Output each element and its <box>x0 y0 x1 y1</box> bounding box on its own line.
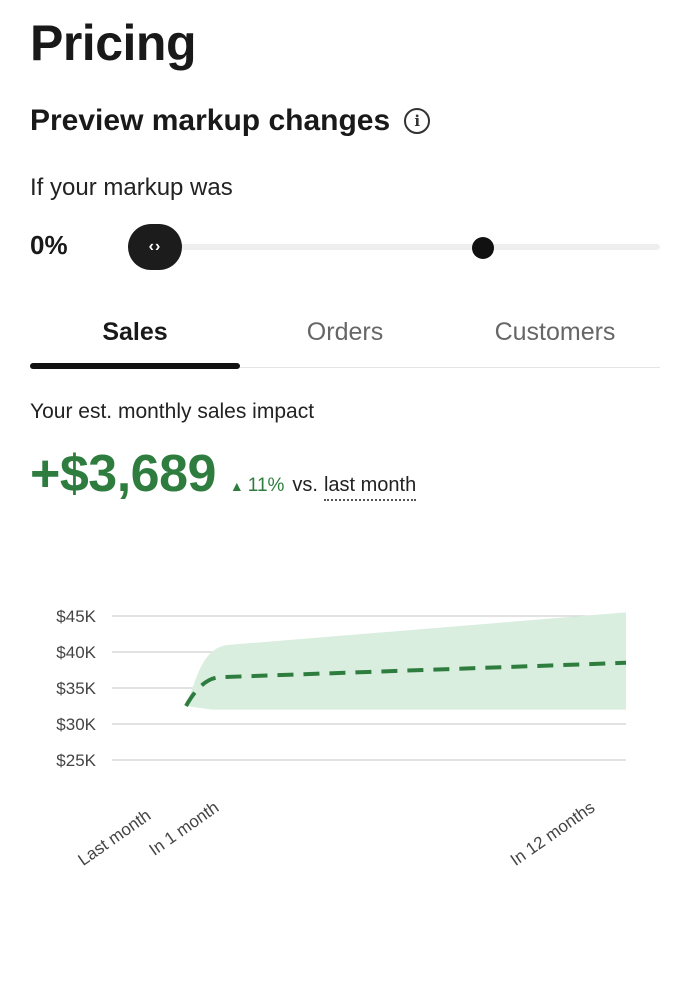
slider-track[interactable] <box>128 244 660 250</box>
impact-label: Your est. monthly sales impact <box>30 400 315 423</box>
page-title: Pricing <box>30 15 196 71</box>
x-tick-label: In 12 months <box>507 798 598 870</box>
sales-forecast-chart: $45K $40K $35K $30K $25K Last monthIn 1 month… <box>56 607 627 870</box>
tab-customers[interactable]: Customers <box>450 310 660 367</box>
drag-arrows-icon: ‹› <box>148 238 162 255</box>
y-tick-label: $25K <box>56 751 96 770</box>
slider-current-marker <box>472 237 494 259</box>
tab-orders[interactable]: Orders <box>240 310 450 367</box>
impact-summary: +$3,689 ▲ 11% vs. last month <box>30 444 417 504</box>
markup-label: If your markup was <box>30 174 233 201</box>
y-tick-label: $30K <box>56 715 96 734</box>
impact-delta: ▲ 11% <box>230 475 284 497</box>
impact-delta-value: 11% <box>247 475 285 496</box>
y-tick-label: $40K <box>56 643 96 662</box>
tab-bar: Sales Orders Customers <box>30 310 660 369</box>
forecast-band <box>186 612 626 710</box>
x-tick-label: Last month <box>74 806 154 870</box>
impact-vs: vs. <box>292 474 318 496</box>
up-arrow-icon: ▲ <box>229 478 244 494</box>
preview-title-text: Preview markup changes <box>30 104 391 137</box>
y-tick-label: $35K <box>56 679 96 698</box>
impact-period-tooltip[interactable]: last month <box>323 474 417 501</box>
markup-slider[interactable]: ‹› <box>128 224 660 270</box>
impact-value: +$3,689 <box>30 445 216 503</box>
tab-sales[interactable]: Sales <box>30 310 240 369</box>
markup-value: 0% <box>30 230 68 260</box>
info-icon[interactable]: i <box>404 108 431 134</box>
x-tick-label: In 1 month <box>146 798 223 860</box>
y-tick-label: $45K <box>56 607 96 626</box>
slider-handle[interactable]: ‹› <box>128 224 182 270</box>
preview-title: Preview markup changes i <box>30 104 431 138</box>
